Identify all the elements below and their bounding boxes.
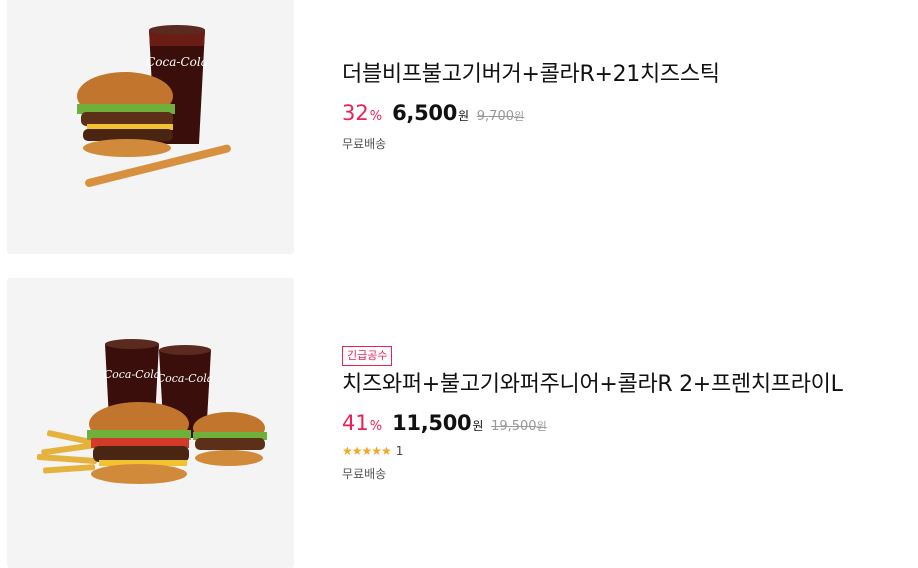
original-price-value: 19,500 — [491, 419, 537, 434]
product-title[interactable]: 치즈와퍼+불고기와퍼주니어+콜라R 2+프렌치프라이L — [342, 370, 843, 400]
sale-price: 11,500원 — [392, 411, 483, 435]
cola-logo-text: Coca-Cola — [157, 372, 214, 385]
cola-logo-text: Coca-Cola — [104, 368, 161, 381]
shipping-label: 무료배송 — [342, 467, 387, 481]
discount-rate: 32% — [342, 101, 382, 125]
original-price-unit: 원 — [536, 420, 547, 433]
original-price-value: 9,700 — [476, 109, 514, 124]
star-rating-icon: ★★★★★ — [342, 444, 392, 458]
discount-value: 32 — [342, 101, 369, 125]
product-image[interactable]: Coca-Cola — [7, 0, 294, 254]
price-row: 32% 6,500원 9,700원 — [342, 101, 720, 127]
price-row: 41% 11,500원 19,500원 — [342, 411, 843, 437]
sale-price-unit: 원 — [472, 419, 484, 433]
original-price: 19,500원 — [491, 418, 547, 434]
sale-price-unit: 원 — [458, 109, 469, 123]
cola-logo-text: Coca-Cola — [146, 55, 208, 69]
discount-unit: % — [369, 419, 383, 434]
sale-price: 6,500원 — [392, 101, 469, 125]
discount-unit: % — [369, 109, 383, 124]
product-card[interactable]: Coca-Cola Coca-Cola 긴급공수 치즈와퍼+불고기와퍼주니어+콜… — [0, 278, 918, 568]
discount-value: 41 — [342, 411, 369, 435]
product-title[interactable]: 더블비프불고기버거+콜라R+21치즈스틱 — [342, 60, 720, 90]
product-info: 긴급공수 치즈와퍼+불고기와퍼주니어+콜라R 2+프렌치프라이L 41% 11,… — [342, 344, 843, 482]
product-image[interactable]: Coca-Cola Coca-Cola — [7, 278, 294, 568]
shipping-label: 무료배송 — [342, 137, 387, 151]
original-price-unit: 원 — [514, 110, 525, 123]
product-info: 더블비프불고기버거+콜라R+21치즈스틱 32% 6,500원 9,700원 무… — [342, 60, 720, 152]
product-card[interactable]: Coca-Cola 더블비프불고기버거+콜라R+21치즈스틱 32% 6,500… — [0, 0, 918, 258]
sale-price-value: 6,500 — [392, 101, 458, 125]
review-count: 1 — [395, 444, 404, 458]
urgent-badge: 긴급공수 — [342, 346, 393, 366]
rating[interactable]: ★★★★★ 1 — [342, 443, 843, 459]
sale-price-value: 11,500 — [392, 411, 472, 435]
original-price: 9,700원 — [477, 108, 524, 124]
discount-rate: 41% — [342, 411, 382, 435]
